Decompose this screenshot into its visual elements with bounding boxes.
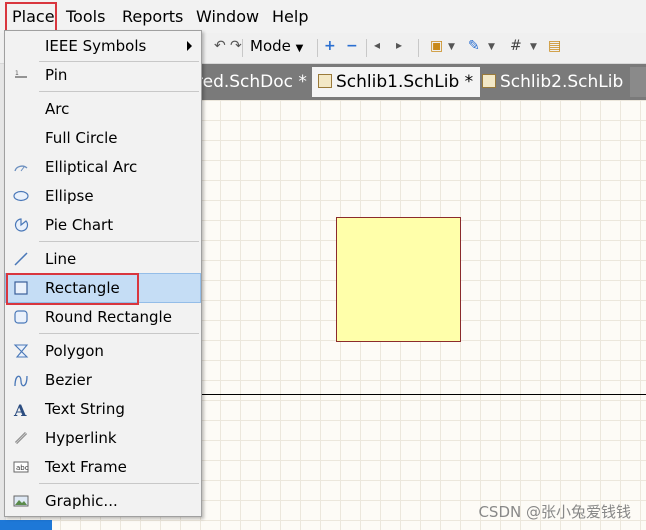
schlib-file-icon — [318, 74, 332, 88]
place-menu-highlight-box — [5, 2, 57, 32]
toolbar-separator — [317, 39, 318, 57]
menu-item-hyperlink[interactable]: Hyperlink — [6, 424, 200, 452]
menu-item-arc[interactable]: Arc — [6, 95, 200, 123]
chevron-down-icon: ▼ — [295, 43, 304, 54]
svg-text:1: 1 — [15, 70, 19, 77]
menu-item-elliptical-arc[interactable]: Elliptical Arc — [6, 153, 200, 181]
menu-item-label: Graphic... — [45, 492, 118, 510]
text-frame-icon: abc — [13, 461, 29, 473]
menu-separator — [39, 483, 199, 484]
tab-red-schdoc[interactable]: red.SchDoc * — [196, 67, 307, 97]
mode-dropdown[interactable]: Mode ▼ — [250, 37, 303, 55]
arrow-right-icon[interactable]: ▸ — [396, 38, 402, 52]
menu-item-label: IEEE Symbols — [45, 37, 147, 55]
menu-help[interactable]: Help — [272, 0, 308, 33]
menu-item-label: Line — [45, 250, 77, 268]
grid-icon[interactable]: # — [510, 38, 522, 54]
canvas-axis-line — [200, 394, 646, 395]
menu-item-line[interactable]: Line — [6, 245, 200, 273]
schlib-file-icon — [482, 74, 496, 88]
menu-item-bezier[interactable]: Bezier — [6, 366, 200, 394]
toolbar-separator — [242, 39, 243, 57]
menu-window-label: Window — [196, 7, 260, 26]
menu-item-label: Bezier — [45, 371, 92, 389]
menu-separator — [39, 333, 199, 334]
pin-icon: 1 — [15, 70, 27, 78]
add-icon[interactable]: + — [324, 38, 336, 54]
menu-bar: Place Tools Reports Window Help — [0, 0, 646, 33]
menu-tools[interactable]: Tools — [66, 0, 105, 33]
hyperlink-icon — [14, 431, 28, 445]
menu-item-label: Elliptical Arc — [45, 158, 138, 176]
menu-item-text-frame[interactable]: abc Text Frame — [6, 453, 200, 481]
graphic-icon — [13, 495, 29, 507]
menu-item-pie-chart[interactable]: Pie Chart — [6, 211, 200, 239]
line-icon — [14, 252, 28, 266]
bezier-icon — [14, 375, 28, 387]
svg-text:abc: abc — [16, 464, 29, 472]
menu-item-label: Ellipse — [45, 187, 94, 205]
arrow-left-icon[interactable]: ◂ — [374, 38, 380, 52]
menu-separator — [39, 241, 199, 242]
ellipse-icon — [13, 190, 29, 202]
menu-item-pin[interactable]: 1 Pin — [6, 61, 200, 89]
toolbar-separator — [418, 39, 419, 57]
text-string-icon: A — [13, 401, 27, 417]
submenu-arrow-icon — [187, 41, 192, 51]
menu-item-ieee-symbols[interactable]: IEEE Symbols — [6, 32, 200, 60]
tab-schlib2[interactable]: Schlib2.SchLib — [482, 67, 623, 97]
mode-label: Mode — [250, 37, 291, 55]
menu-item-label: Pin — [45, 66, 68, 84]
menu-item-label: Hyperlink — [45, 429, 117, 447]
menu-item-graphic[interactable]: Graphic... — [6, 487, 200, 515]
elliptical-arc-icon — [14, 165, 28, 172]
library-rectangle-shape[interactable] — [336, 217, 461, 342]
menu-item-polygon[interactable]: Polygon — [6, 337, 200, 365]
tab-overflow[interactable] — [630, 67, 646, 97]
chevron-down-icon[interactable]: ▼ — [488, 42, 495, 52]
redo-icon[interactable]: ↷ — [230, 38, 242, 54]
menu-item-label: Polygon — [45, 342, 104, 360]
left-panel-selection-bar — [0, 520, 52, 530]
component-icon[interactable]: ▣ — [430, 38, 443, 54]
menu-item-label: Arc — [45, 100, 70, 118]
menu-item-ellipse[interactable]: Ellipse — [6, 182, 200, 210]
round-rectangle-icon — [14, 310, 28, 324]
menu-item-full-circle[interactable]: Full Circle — [6, 124, 200, 152]
tab-label: Schlib2.SchLib — [500, 72, 624, 92]
menu-separator — [39, 91, 199, 92]
watermark: CSDN @张小兔爱钱钱 — [478, 503, 631, 521]
draw-tools-icon[interactable]: ✎ — [468, 38, 480, 54]
svg-text:A: A — [13, 401, 27, 417]
chevron-down-icon[interactable]: ▼ — [530, 42, 537, 52]
chevron-down-icon[interactable]: ▼ — [448, 42, 455, 52]
menu-item-label: Text String — [45, 400, 125, 418]
menu-item-round-rectangle[interactable]: Round Rectangle — [6, 303, 200, 331]
tab-label: red.SchDoc * — [196, 72, 307, 92]
toolbar-separator — [366, 39, 367, 57]
folder-icon[interactable]: ▤ — [548, 38, 561, 54]
menu-help-label: Help — [272, 7, 309, 26]
tab-label: Schlib1.SchLib * — [336, 72, 474, 92]
menu-reports[interactable]: Reports — [122, 0, 183, 33]
menu-item-label: Full Circle — [45, 129, 118, 147]
menu-item-label: Pie Chart — [45, 216, 114, 234]
undo-icon[interactable]: ↶ — [214, 38, 226, 54]
rectangle-item-highlight-box — [6, 273, 139, 305]
remove-icon[interactable]: − — [346, 38, 358, 54]
menu-window[interactable]: Window — [196, 0, 259, 33]
pie-chart-icon — [14, 218, 29, 232]
menu-reports-label: Reports — [122, 7, 184, 26]
menu-item-label: Text Frame — [45, 458, 127, 476]
tab-schlib1[interactable]: Schlib1.SchLib * — [312, 67, 480, 97]
menu-item-text-string[interactable]: A Text String — [6, 395, 200, 423]
menu-item-label: Round Rectangle — [45, 308, 172, 326]
polygon-icon — [13, 344, 29, 358]
menu-tools-label: Tools — [66, 7, 106, 26]
